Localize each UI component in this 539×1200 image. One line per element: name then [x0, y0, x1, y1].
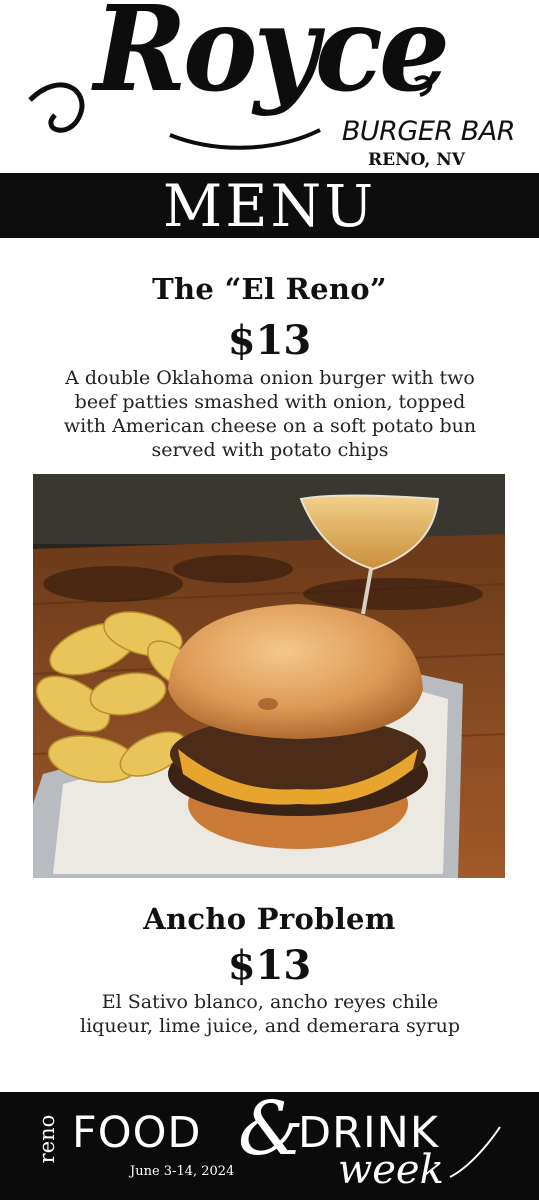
- footer-week-text: week: [338, 1147, 444, 1193]
- item-1-description-line: with American cheese on a soft potato bu…: [63, 415, 477, 437]
- item-1-description: A double Oklahoma onion burger with two …: [25, 366, 515, 462]
- food-drink-week-footer: reno FOOD & DRINK June 3-14, 2024 week: [0, 1092, 539, 1200]
- item-2-description: El Sativo blanco, ancho reyes chile liqu…: [25, 990, 515, 1038]
- footer-ampersand: &: [238, 1086, 304, 1172]
- logo-subtitle: BURGER BAR: [341, 116, 516, 147]
- burger-photo: [33, 474, 505, 878]
- item-1-title: The “El Reno”: [152, 272, 387, 306]
- logo-location: RENO, NV: [367, 150, 465, 170]
- footer-food-text: FOOD: [72, 1108, 202, 1158]
- item-1-price: $13: [227, 317, 312, 364]
- item-1-description-line: A double Oklahoma onion burger with two: [65, 367, 475, 389]
- logo-wordmark: Royce: [93, 0, 450, 119]
- item-2-price: $13: [227, 942, 312, 989]
- item-1-description-line: beef patties smashed with onion, topped: [74, 391, 466, 413]
- item-2-title: Ancho Problem: [143, 902, 396, 936]
- footer-reno-label: reno: [35, 1114, 59, 1164]
- menu-banner-text: MENU: [162, 171, 377, 240]
- burger-photo-illustration: [33, 474, 505, 878]
- item-2-description-line: El Sativo blanco, ancho reyes chile: [101, 991, 439, 1013]
- royce-logo: Royce BURGER BAR RENO, NV: [0, 0, 539, 172]
- footer-week-swash: [449, 1126, 501, 1178]
- item-2-description-line: liqueur, lime juice, and demerara syrup: [80, 1015, 460, 1037]
- footer-dates: June 3-14, 2024: [130, 1164, 235, 1179]
- menu-banner: MENU: [0, 173, 539, 238]
- item-1-description-line: served with potato chips: [151, 439, 389, 461]
